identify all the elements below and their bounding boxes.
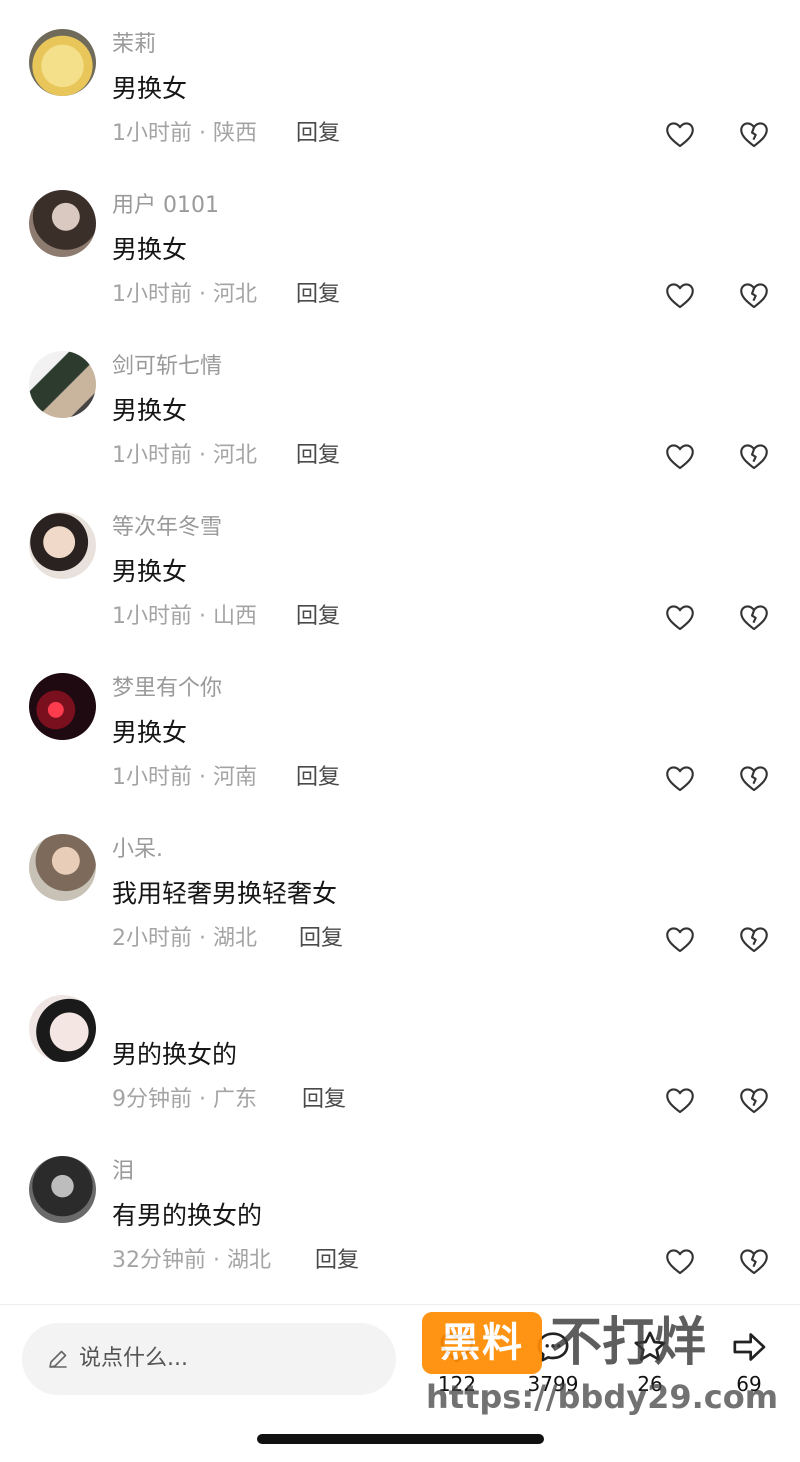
- star-outline-icon: [634, 1331, 666, 1361]
- comment-item: 等次年冬雪 男换女 1小时前 · 山西 回复: [0, 483, 800, 644]
- heart-outline-icon: [666, 927, 694, 953]
- comment-time-location: 1小时前 · 河北: [112, 282, 257, 307]
- like-action[interactable]: 122: [422, 1327, 492, 1417]
- comment-time-location: 1小时前 · 山西: [112, 604, 257, 629]
- comment-text: 男换女: [112, 557, 188, 586]
- heart-outline-icon: [666, 1249, 694, 1275]
- comment-item: 剑可斩七情 男换女 1小时前 · 河北 回复: [0, 322, 800, 483]
- comment-input-placeholder: 说点什么...: [79, 1346, 188, 1371]
- share-count: 69: [736, 1372, 762, 1396]
- reply-button[interactable]: 回复: [296, 119, 340, 149]
- comment-item: 泪 有男的换女的 32分钟前 · 湖北 回复: [0, 1127, 800, 1288]
- like-button[interactable]: [663, 922, 697, 956]
- heart-outline-icon: [666, 1088, 694, 1114]
- comment-time-location: 1小时前 · 陕西: [112, 121, 257, 146]
- comment-username[interactable]: 小呆.: [112, 836, 163, 864]
- comment-username[interactable]: 等次年冬雪: [112, 514, 222, 542]
- broken-heart-icon: [740, 1088, 768, 1114]
- dislike-button[interactable]: [737, 117, 771, 151]
- avatar[interactable]: [29, 995, 96, 1062]
- comment-item: 小呆. 我用轻奢男换轻奢女 2小时前 · 湖北 回复: [0, 805, 800, 966]
- comment-text: 男换女: [112, 74, 188, 103]
- like-count: 122: [437, 1372, 477, 1396]
- reply-button[interactable]: 回复: [315, 1246, 359, 1276]
- dislike-button[interactable]: [737, 600, 771, 634]
- broken-heart-icon: [740, 927, 768, 953]
- like-button[interactable]: [663, 117, 697, 151]
- dislike-button[interactable]: [737, 922, 771, 956]
- dislike-button[interactable]: [737, 278, 771, 312]
- comment-text: 男的换女的: [112, 1040, 238, 1069]
- comment-time-location: 9分钟前 · 广东: [112, 1087, 257, 1112]
- comment-time-location: 32分钟前 · 湖北: [112, 1248, 271, 1273]
- reply-button[interactable]: 回复: [299, 924, 343, 954]
- heart-outline-icon: [666, 766, 694, 792]
- comment-text: 有男的换女的: [112, 1201, 263, 1230]
- share-arrow-icon: [733, 1333, 766, 1361]
- reply-button[interactable]: 回复: [296, 441, 340, 471]
- like-button[interactable]: [663, 1083, 697, 1117]
- comment-username[interactable]: 梦里有个你: [112, 675, 222, 703]
- comment-item: 用户 0101 男换女 1小时前 · 河北 回复: [0, 161, 800, 322]
- home-indicator[interactable]: [257, 1434, 544, 1444]
- broken-heart-icon: [740, 283, 768, 309]
- favorite-action[interactable]: 26: [615, 1327, 685, 1417]
- bottom-bar: 说点什么... 122 3799 26 69: [0, 1304, 800, 1462]
- comment-item: 茉莉 男换女 1小时前 · 陕西 回复: [0, 0, 800, 161]
- dislike-button[interactable]: [737, 439, 771, 473]
- avatar[interactable]: [29, 1156, 96, 1223]
- avatar[interactable]: [29, 190, 96, 257]
- heart-outline-icon: [666, 122, 694, 148]
- comment-text: 男换女: [112, 235, 188, 264]
- reply-button[interactable]: 回复: [296, 602, 340, 632]
- comment-username[interactable]: 茉莉: [112, 31, 156, 59]
- reply-button[interactable]: 回复: [296, 763, 340, 793]
- reply-button[interactable]: 回复: [296, 280, 340, 310]
- comment-time-location: 2小时前 · 湖北: [112, 926, 257, 951]
- comment-time-location: 1小时前 · 河北: [112, 443, 257, 468]
- avatar[interactable]: [29, 29, 96, 96]
- heart-outline-icon: [440, 1333, 474, 1363]
- comment-username[interactable]: 用户 0101: [112, 192, 219, 220]
- share-action[interactable]: 69: [714, 1327, 784, 1417]
- like-button[interactable]: [663, 1244, 697, 1278]
- like-button[interactable]: [663, 439, 697, 473]
- comment-text: 男换女: [112, 396, 188, 425]
- comment-count: 3799: [527, 1372, 579, 1396]
- comment-item: 梦里有个你 男换女 1小时前 · 河南 回复: [0, 644, 800, 805]
- heart-outline-icon: [666, 444, 694, 470]
- comment-text: 男换女: [112, 718, 188, 747]
- heart-outline-icon: [666, 283, 694, 309]
- comment-item: 男的换女的 9分钟前 · 广东 回复: [0, 966, 800, 1127]
- avatar[interactable]: [29, 834, 96, 901]
- broken-heart-icon: [740, 766, 768, 792]
- dislike-button[interactable]: [737, 1083, 771, 1117]
- dislike-button[interactable]: [737, 1244, 771, 1278]
- avatar[interactable]: [29, 512, 96, 579]
- comment-action[interactable]: 3799: [518, 1327, 588, 1417]
- comment-input[interactable]: 说点什么...: [22, 1323, 396, 1395]
- comment-username[interactable]: 剑可斩七情: [112, 353, 222, 381]
- broken-heart-icon: [740, 122, 768, 148]
- avatar[interactable]: [29, 673, 96, 740]
- reply-button[interactable]: 回复: [302, 1085, 346, 1115]
- broken-heart-icon: [740, 444, 768, 470]
- broken-heart-icon: [740, 1249, 768, 1275]
- like-button[interactable]: [663, 761, 697, 795]
- favorite-count: 26: [637, 1372, 663, 1396]
- heart-outline-icon: [666, 605, 694, 631]
- like-button[interactable]: [663, 600, 697, 634]
- broken-heart-icon: [740, 605, 768, 631]
- pen-icon: [49, 1350, 67, 1368]
- comment-time-location: 1小时前 · 河南: [112, 765, 257, 790]
- comment-text: 我用轻奢男换轻奢女: [112, 879, 338, 908]
- comment-bubble-icon: [537, 1332, 569, 1362]
- dislike-button[interactable]: [737, 761, 771, 795]
- like-button[interactable]: [663, 278, 697, 312]
- avatar[interactable]: [29, 351, 96, 418]
- comment-username[interactable]: 泪: [112, 1158, 134, 1186]
